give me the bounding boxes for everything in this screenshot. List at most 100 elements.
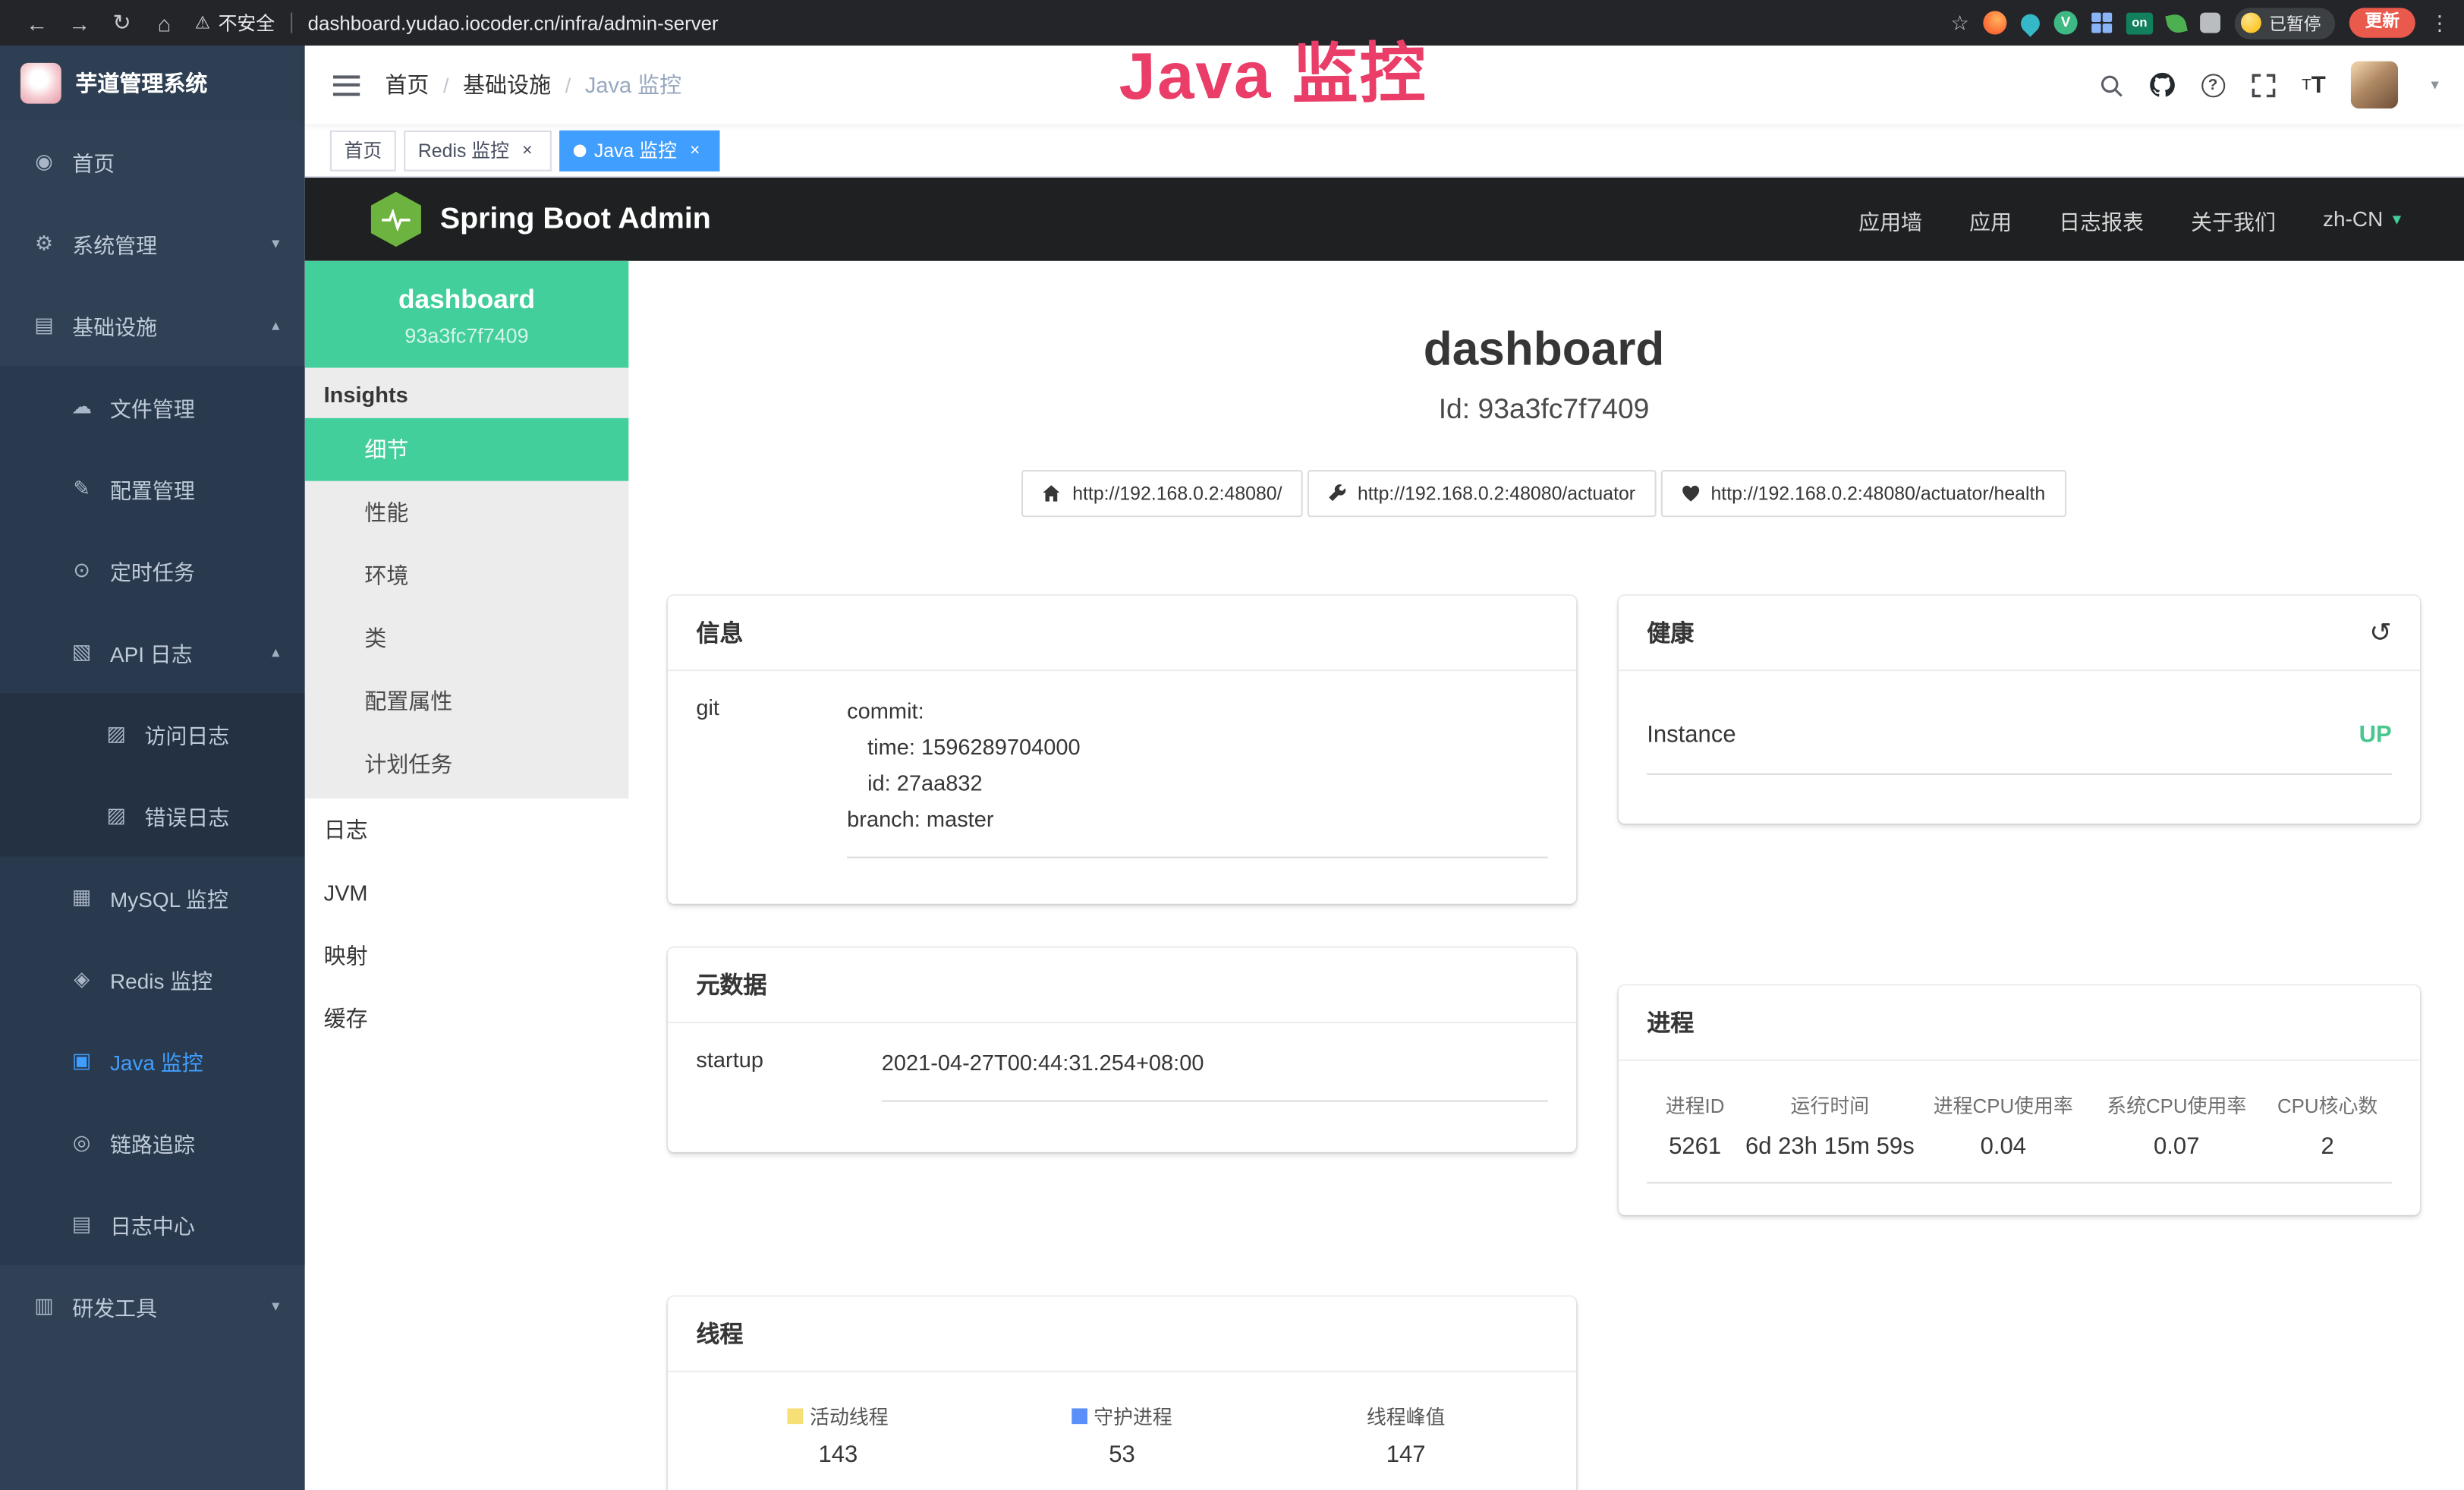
grid-extension-icon[interactable] (2091, 13, 2112, 33)
instance-title: dashboard (668, 324, 2420, 377)
sidebar-item-system[interactable]: ⚙ 系统管理 ▾ (0, 203, 305, 285)
sidebar-item-config-management[interactable]: ✎ 配置管理 (0, 448, 305, 530)
sidebar-item-file-management[interactable]: ☁ 文件管理 (0, 366, 305, 448)
sba-item-jvm[interactable]: JVM (305, 862, 629, 925)
avatar-caret-icon[interactable]: ▾ (2431, 76, 2438, 93)
history-icon[interactable]: ↺ (2369, 619, 2392, 646)
reload-icon[interactable]: ↻ (101, 9, 143, 36)
fox-extension-icon[interactable] (1983, 11, 2006, 34)
service-url-link[interactable]: http://192.168.0.2:48080/ (1022, 470, 1303, 517)
breadcrumb-home[interactable]: 首页 (385, 69, 429, 100)
sba-item-mappings[interactable]: 映射 (305, 925, 629, 988)
sba-item-scheduled-tasks[interactable]: 计划任务 (305, 732, 629, 795)
log-icon: ▤ (69, 1212, 94, 1237)
browser-menu-icon[interactable]: ⋮ (2429, 10, 2448, 35)
browser-actions: ☆ V on 已暂停 更新 ⋮ (1951, 7, 2449, 38)
sidebar-item-api-logs[interactable]: ▧ API 日志 ▴ (0, 612, 305, 694)
health-card-body: Instance UP (1619, 671, 2420, 806)
daemon-threads-swatch (1072, 1407, 1087, 1423)
chevron-down-icon: ▾ (272, 235, 279, 253)
sidebar-item-mysql-monitor[interactable]: ▦ MySQL 监控 (0, 857, 305, 939)
app-logo[interactable]: 芋道管理系统 (0, 46, 305, 121)
process-pid-value: 5261 (1647, 1133, 1743, 1160)
close-icon[interactable]: × (517, 140, 537, 159)
forward-icon[interactable]: → (58, 10, 101, 35)
sidebar-item-devtools[interactable]: ▥ 研发工具 ▾ (0, 1265, 305, 1347)
sba-nav-wall[interactable]: 应用墙 (1858, 203, 1922, 235)
on-badge-extension-icon[interactable]: on (2126, 12, 2153, 34)
process-col-header: CPU核心数 (2264, 1089, 2392, 1119)
font-size-icon[interactable]: TT (2302, 71, 2324, 98)
sidebar-item-home[interactable]: ◉ 首页 (0, 121, 305, 203)
sba-item-logfile[interactable]: 日志 (305, 799, 629, 862)
sba-locale-select[interactable]: zh-CN ▾ (2323, 207, 2401, 231)
threads-card: 线程 活动线程 守护进程 (668, 1296, 1576, 1490)
sidebar-item-access-logs[interactable]: ▨ 访问日志 (0, 693, 305, 775)
security-warning-icon[interactable]: ⚠ (195, 13, 210, 33)
screen: ← → ↻ ⌂ ⚠ 不安全 dashboard.yudao.iocoder.cn… (0, 0, 2464, 1490)
sba-instance-header[interactable]: dashboard 93a3fc7f7409 (305, 261, 629, 368)
browser-home-icon[interactable]: ⌂ (143, 10, 185, 35)
sba-section-label: Insights (305, 368, 629, 418)
health-url-link[interactable]: http://192.168.0.2:48080/actuator/health (1660, 470, 2066, 517)
breadcrumb-section[interactable]: 基础设施 (463, 69, 551, 100)
sidebar-item-log-center[interactable]: ▤ 日志中心 (0, 1183, 305, 1265)
sidebar-item-redis-monitor[interactable]: ◈ Redis 监控 (0, 938, 305, 1020)
fullscreen-icon[interactable] (2252, 73, 2275, 96)
breadcrumb: 首页 / 基础设施 / Java 监控 (385, 69, 681, 100)
tab-redis-monitor[interactable]: Redis 监控 × (404, 130, 552, 171)
actuator-url-link[interactable]: http://192.168.0.2:48080/actuator (1308, 470, 1656, 517)
wrench-icon (1328, 484, 1347, 503)
puzzle-extension-icon[interactable] (2200, 13, 2220, 33)
health-instance-label: Instance (1647, 721, 1735, 748)
back-icon[interactable]: ← (16, 10, 58, 35)
sidebar-item-label: 首页 (72, 146, 115, 178)
bookmark-star-icon[interactable]: ☆ (1951, 10, 1969, 35)
pin-extension-icon[interactable] (2017, 9, 2044, 36)
heart-icon (1681, 484, 1700, 503)
breadcrumb-separator: / (565, 73, 571, 96)
github-icon[interactable] (2149, 72, 2174, 97)
sidebar-item-label: 链路追踪 (110, 1127, 195, 1158)
sba-item-details[interactable]: 细节 (305, 418, 629, 481)
document-icon: ▧ (69, 640, 94, 665)
sba-nav-about[interactable]: 关于我们 (2191, 203, 2276, 235)
process-col-header: 进程CPU使用率 (1917, 1089, 2090, 1119)
search-icon[interactable] (2099, 73, 2123, 96)
sidebar-item-java-monitor[interactable]: ▣ Java 监控 (0, 1020, 305, 1102)
monitor-icon: ▣ (69, 1048, 94, 1073)
help-icon[interactable]: ? (2201, 73, 2225, 96)
system-cpu-value: 0.07 (2090, 1133, 2263, 1160)
process-col-header: 系统CPU使用率 (2090, 1089, 2263, 1119)
close-icon[interactable]: × (684, 140, 705, 159)
vue-extension-icon[interactable]: V (2054, 11, 2078, 34)
paused-badge[interactable]: 已暂停 (2235, 7, 2336, 38)
tag-view-bar: 首页 Redis 监控 × Java 监控 × (305, 124, 2464, 178)
security-warning-label: 不安全 (219, 9, 275, 36)
address-bar[interactable]: ⚠ 不安全 dashboard.yudao.iocoder.cn/infra/a… (195, 9, 719, 36)
sba-nav-journal[interactable]: 日志报表 (2059, 203, 2144, 235)
sidebar-item-error-logs[interactable]: ▨ 错误日志 (0, 775, 305, 857)
leaf-extension-icon[interactable] (2165, 11, 2187, 33)
sba-nav-applications[interactable]: 应用 (1969, 203, 2012, 235)
tab-java-monitor[interactable]: Java 监控 × (559, 130, 719, 171)
sidebar-item-scheduled-jobs[interactable]: ⊙ 定时任务 (0, 530, 305, 612)
sidebar-item-tracing[interactable]: ◎ 链路追踪 (0, 1102, 305, 1184)
collapse-sidebar-icon[interactable] (333, 74, 360, 95)
instance-id: 93a3fc7f7409 (305, 324, 629, 348)
sba-item-classes[interactable]: 类 (305, 606, 629, 669)
tab-home[interactable]: 首页 (330, 130, 396, 171)
sidebar-item-label: 研发工具 (72, 1290, 157, 1321)
user-avatar[interactable] (2351, 61, 2398, 109)
sidebar-item-infrastructure[interactable]: ▤ 基础设施 ▴ (0, 285, 305, 367)
main-column: 首页 / 基础设施 / Java 监控 ? (305, 46, 2464, 1490)
sba-item-caches[interactable]: 缓存 (305, 987, 629, 1050)
sidebar-item-label: 访问日志 (145, 718, 230, 749)
trace-icon: ◎ (69, 1130, 94, 1155)
sba-item-metrics[interactable]: 性能 (305, 481, 629, 544)
instance-links: http://192.168.0.2:48080/ http://192.168… (668, 470, 2420, 517)
sba-item-environment[interactable]: 环境 (305, 543, 629, 606)
daemon-threads-value: 53 (980, 1441, 1263, 1468)
sba-item-configprops[interactable]: 配置属性 (305, 669, 629, 732)
update-button[interactable]: 更新 (2349, 8, 2415, 37)
